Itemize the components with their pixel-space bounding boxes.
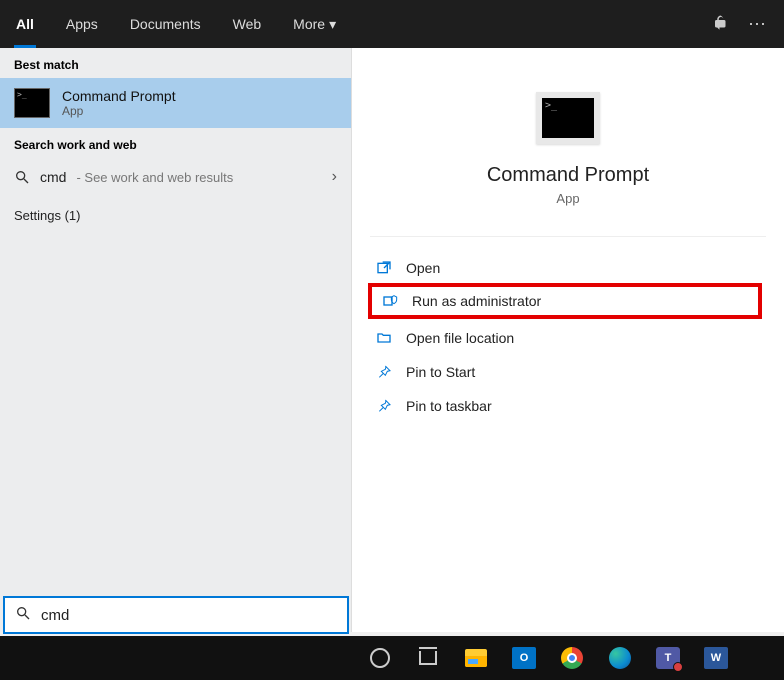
word-icon: W bbox=[704, 647, 728, 669]
action-label: Pin to taskbar bbox=[406, 398, 492, 414]
action-open-file-location[interactable]: Open file location bbox=[362, 321, 774, 355]
best-match-header: Best match bbox=[0, 48, 351, 78]
shield-admin-icon bbox=[382, 293, 398, 309]
search-web-header: Search work and web bbox=[0, 128, 351, 158]
action-label: Open file location bbox=[406, 330, 514, 346]
preview-header: Command Prompt App bbox=[370, 72, 766, 237]
edge-icon bbox=[609, 647, 631, 669]
open-icon bbox=[376, 260, 392, 276]
chevron-down-icon: ▾ bbox=[329, 16, 336, 33]
chrome-button[interactable] bbox=[550, 636, 594, 680]
search-icon bbox=[14, 169, 30, 185]
teams-icon: T bbox=[656, 647, 680, 669]
taskbar: O T W bbox=[0, 636, 784, 680]
action-label: Run as administrator bbox=[412, 293, 541, 309]
more-options-icon[interactable]: ⋯ bbox=[748, 14, 768, 35]
tab-label: Documents bbox=[130, 16, 201, 32]
search-icon bbox=[15, 605, 31, 626]
tab-more[interactable]: More▾ bbox=[277, 0, 352, 48]
search-input[interactable] bbox=[41, 607, 337, 624]
file-explorer-button[interactable] bbox=[454, 636, 498, 680]
tab-apps[interactable]: Apps bbox=[50, 0, 114, 48]
result-title: Command Prompt bbox=[62, 88, 176, 104]
tab-label: More bbox=[293, 16, 325, 32]
pin-icon bbox=[376, 364, 392, 380]
edge-button[interactable] bbox=[598, 636, 642, 680]
main-area: Best match Command Prompt App Search wor… bbox=[0, 48, 784, 632]
file-explorer-icon bbox=[465, 649, 487, 667]
command-prompt-icon bbox=[536, 92, 600, 144]
action-pin-to-start[interactable]: Pin to Start bbox=[362, 355, 774, 389]
action-pin-to-taskbar[interactable]: Pin to taskbar bbox=[362, 389, 774, 423]
teams-button[interactable]: T bbox=[646, 636, 690, 680]
settings-label: Settings (1) bbox=[14, 208, 80, 223]
command-prompt-icon bbox=[14, 88, 50, 118]
filter-tabs: All Apps Documents Web More▾ ⋯ bbox=[0, 0, 784, 48]
tab-documents[interactable]: Documents bbox=[114, 0, 217, 48]
tab-label: Apps bbox=[66, 16, 98, 32]
tab-all[interactable]: All bbox=[0, 0, 50, 48]
folder-icon bbox=[376, 330, 392, 346]
actions-list: Open Run as administrator Open file loca… bbox=[352, 237, 784, 437]
outlook-button[interactable]: O bbox=[502, 636, 546, 680]
result-command-prompt[interactable]: Command Prompt App bbox=[0, 78, 351, 128]
action-open[interactable]: Open bbox=[362, 251, 774, 285]
search-web-row[interactable]: cmd - See work and web results › bbox=[0, 158, 351, 196]
chevron-right-icon: › bbox=[332, 168, 337, 186]
action-label: Open bbox=[406, 260, 440, 276]
action-run-as-administrator[interactable]: Run as administrator bbox=[372, 287, 758, 315]
action-label: Pin to Start bbox=[406, 364, 475, 380]
feedback-icon[interactable] bbox=[712, 14, 730, 35]
search-web-query: cmd bbox=[40, 169, 66, 185]
tab-label: Web bbox=[233, 16, 262, 32]
result-subtitle: App bbox=[62, 104, 176, 118]
word-button[interactable]: W bbox=[694, 636, 738, 680]
cortana-button[interactable] bbox=[358, 636, 402, 680]
taskview-button[interactable] bbox=[406, 636, 450, 680]
preview-pane: Command Prompt App Open Run as administr… bbox=[352, 48, 784, 632]
cortana-icon bbox=[370, 648, 390, 668]
search-bar[interactable] bbox=[3, 596, 349, 634]
outlook-icon: O bbox=[512, 647, 536, 669]
tab-label: All bbox=[16, 16, 34, 32]
chrome-icon bbox=[561, 647, 583, 669]
taskview-icon bbox=[419, 651, 437, 665]
search-web-hint: - See work and web results bbox=[76, 170, 233, 185]
preview-title: Command Prompt bbox=[487, 164, 649, 187]
pin-icon bbox=[376, 398, 392, 414]
preview-subtitle: App bbox=[556, 191, 579, 206]
highlight-annotation: Run as administrator bbox=[368, 283, 762, 319]
results-pane: Best match Command Prompt App Search wor… bbox=[0, 48, 352, 632]
tab-web[interactable]: Web bbox=[217, 0, 278, 48]
settings-row[interactable]: Settings (1) bbox=[0, 196, 351, 235]
